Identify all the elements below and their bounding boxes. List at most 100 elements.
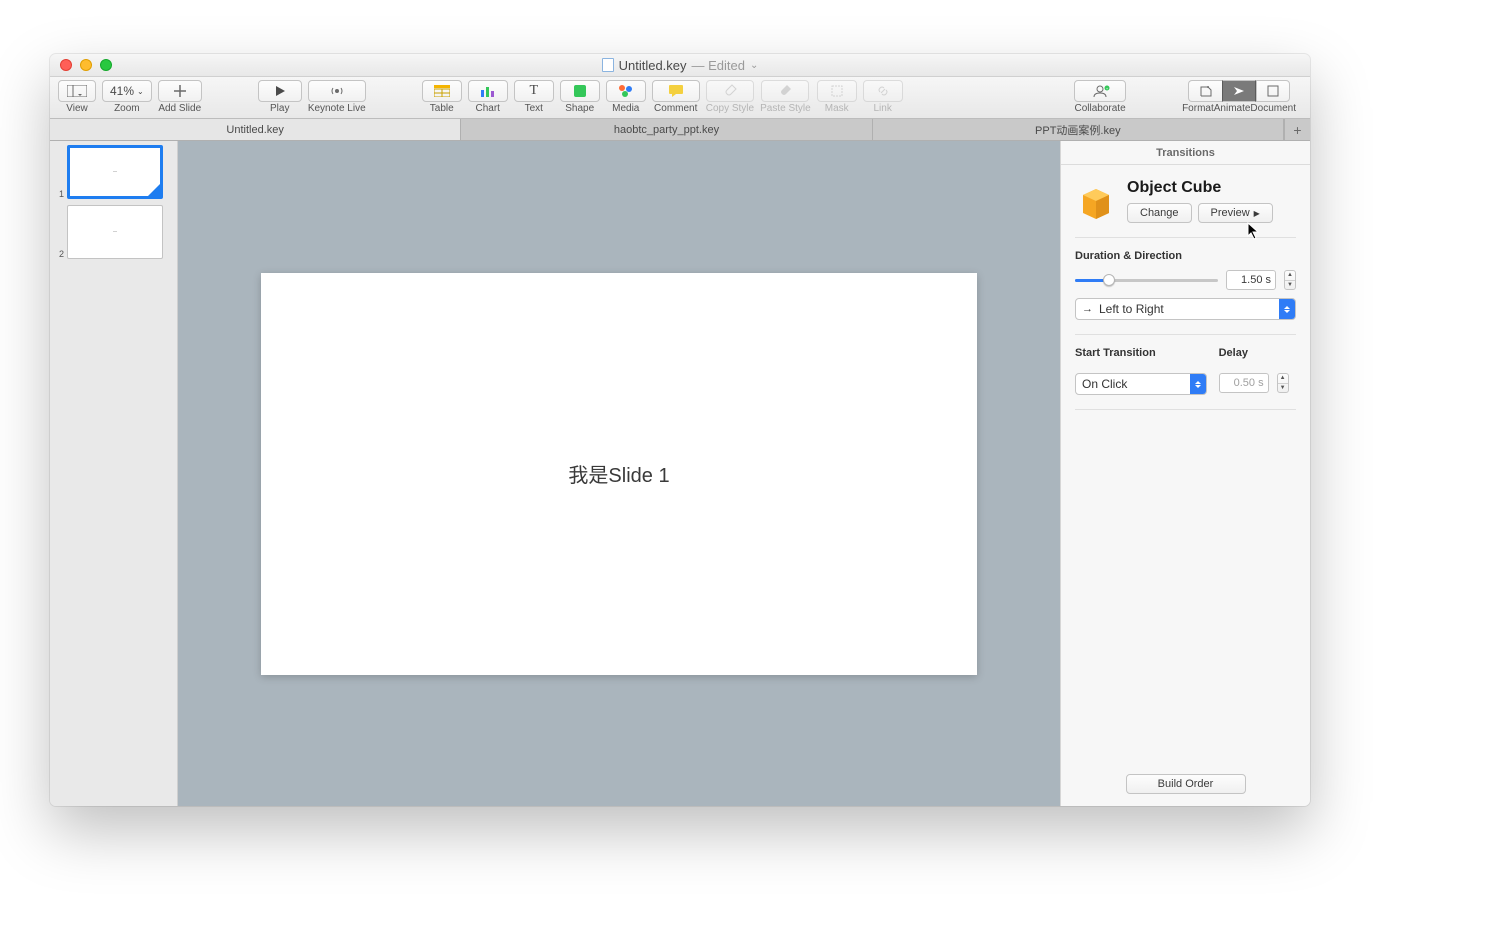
slide[interactable]: 我是Slide 1 bbox=[261, 273, 977, 675]
shape-label: Shape bbox=[565, 103, 594, 114]
media-button[interactable] bbox=[606, 80, 646, 102]
paste-style-button[interactable] bbox=[761, 80, 809, 102]
text-label: Text bbox=[525, 103, 543, 114]
window-edited-text: — Edited bbox=[692, 58, 745, 73]
document-tab-1[interactable]: Untitled.key bbox=[50, 119, 461, 140]
stepper-up-icon[interactable]: ▲ bbox=[1285, 271, 1295, 281]
stepper-down-icon[interactable]: ▼ bbox=[1278, 384, 1288, 393]
link-button[interactable] bbox=[863, 80, 903, 102]
inspector-tab-transitions[interactable]: Transitions bbox=[1061, 141, 1310, 165]
duration-slider[interactable] bbox=[1075, 279, 1218, 282]
delay-field[interactable]: 0.50 s bbox=[1219, 373, 1269, 393]
change-button[interactable]: Change bbox=[1127, 203, 1192, 223]
delay-label: Delay bbox=[1219, 347, 1296, 359]
table-button[interactable] bbox=[422, 80, 462, 102]
thumb-1-text: -- bbox=[113, 169, 117, 175]
main-area: 1 -- 2 -- 我是Slide 1 Transitions bbox=[50, 141, 1310, 806]
preview-button[interactable]: Preview ▶ bbox=[1198, 203, 1273, 223]
direction-select[interactable]: → Left to Right bbox=[1075, 298, 1296, 320]
thumb-number-2: 2 bbox=[58, 249, 64, 259]
copy-style-button[interactable] bbox=[706, 80, 754, 102]
toolbar: View 41% ⌄ Zoom Add Slide Play bbox=[50, 77, 1310, 119]
format-tab-button[interactable] bbox=[1188, 80, 1222, 102]
animate-label: Animate bbox=[1214, 103, 1251, 114]
slide-canvas[interactable]: 我是Slide 1 bbox=[178, 141, 1060, 806]
duration-field[interactable]: 1.50 s bbox=[1226, 270, 1276, 290]
shape-button[interactable] bbox=[560, 80, 600, 102]
thumb-row-1: 1 -- bbox=[58, 145, 169, 199]
zoom-dropdown[interactable]: 41% ⌄ bbox=[102, 80, 152, 102]
chart-button[interactable] bbox=[468, 80, 508, 102]
play-button[interactable] bbox=[258, 80, 302, 102]
keynote-live-button[interactable] bbox=[308, 80, 366, 102]
select-arrows-icon bbox=[1190, 374, 1206, 394]
copy-style-label: Copy Style bbox=[706, 103, 754, 114]
add-slide-button[interactable] bbox=[158, 80, 202, 102]
transition-summary: Object Cube Change Preview ▶ bbox=[1075, 179, 1296, 223]
document-tab-button[interactable] bbox=[1256, 80, 1290, 102]
animate-tab-button[interactable] bbox=[1222, 80, 1256, 102]
inspector-panel: Transitions Object Cube Change Preview bbox=[1060, 141, 1310, 806]
delay-stepper[interactable]: ▲▼ bbox=[1277, 373, 1289, 393]
text-button[interactable]: T bbox=[514, 80, 554, 102]
mask-button[interactable] bbox=[817, 80, 857, 102]
keynote-live-label: Keynote Live bbox=[308, 103, 366, 114]
app-window: Untitled.key — Edited ⌄ View 41% ⌄ Zoom … bbox=[50, 54, 1310, 806]
slide-navigator: 1 -- 2 -- bbox=[50, 141, 178, 806]
window-title-text: Untitled.key bbox=[619, 58, 687, 73]
minimize-window-button[interactable] bbox=[80, 59, 92, 71]
close-window-button[interactable] bbox=[60, 59, 72, 71]
traffic-lights bbox=[50, 59, 112, 71]
table-label: Table bbox=[430, 103, 454, 114]
play-label: Play bbox=[270, 103, 289, 114]
media-label: Media bbox=[612, 103, 639, 114]
start-transition-label: Start Transition bbox=[1075, 347, 1207, 359]
zoom-value: 41% bbox=[110, 84, 134, 98]
stepper-up-icon[interactable]: ▲ bbox=[1278, 374, 1288, 384]
document-tabs: Untitled.key haobtc_party_ppt.key PPT动画案… bbox=[50, 119, 1310, 141]
mask-label: Mask bbox=[825, 103, 849, 114]
collaborate-label: Collaborate bbox=[1074, 103, 1125, 114]
format-label: Format bbox=[1182, 103, 1214, 114]
paste-style-label: Paste Style bbox=[760, 103, 811, 114]
duration-section-label: Duration & Direction bbox=[1075, 250, 1296, 262]
view-button[interactable] bbox=[58, 80, 96, 102]
select-arrows-icon bbox=[1279, 299, 1295, 319]
slider-knob[interactable] bbox=[1103, 274, 1115, 286]
transition-marker-icon bbox=[148, 184, 160, 196]
document-label: Document bbox=[1250, 103, 1296, 114]
document-tab-3[interactable]: PPT动画案例.key bbox=[873, 119, 1284, 140]
window-title: Untitled.key — Edited ⌄ bbox=[50, 58, 1310, 73]
slide-thumbnail-2[interactable]: -- bbox=[67, 205, 163, 259]
link-label: Link bbox=[874, 103, 892, 114]
thumb-number-1: 1 bbox=[58, 189, 64, 199]
thumb-2-text: -- bbox=[113, 229, 117, 235]
build-order-button[interactable]: Build Order bbox=[1126, 774, 1246, 794]
slide-thumbnail-1[interactable]: -- bbox=[67, 145, 163, 199]
arrow-right-icon: → bbox=[1082, 303, 1093, 315]
fullscreen-window-button[interactable] bbox=[100, 59, 112, 71]
titlebar: Untitled.key — Edited ⌄ bbox=[50, 54, 1310, 77]
add-tab-button[interactable]: + bbox=[1284, 119, 1310, 140]
document-tab-2[interactable]: haobtc_party_ppt.key bbox=[461, 119, 872, 140]
chart-label: Chart bbox=[476, 103, 500, 114]
preview-label: Preview bbox=[1211, 207, 1250, 219]
cube-icon bbox=[1075, 181, 1117, 223]
comment-button[interactable] bbox=[652, 80, 700, 102]
stepper-down-icon[interactable]: ▼ bbox=[1285, 281, 1295, 290]
slide-text[interactable]: 我是Slide 1 bbox=[568, 459, 669, 488]
zoom-label: Zoom bbox=[114, 103, 140, 114]
title-chevron-icon[interactable]: ⌄ bbox=[750, 60, 758, 71]
add-slide-label: Add Slide bbox=[158, 103, 201, 114]
chevron-down-icon: ⌄ bbox=[137, 87, 144, 96]
collaborate-button[interactable]: + bbox=[1074, 80, 1126, 102]
direction-value: Left to Right bbox=[1099, 302, 1164, 316]
start-transition-select[interactable]: On Click bbox=[1075, 373, 1207, 395]
thumb-row-2: 2 -- bbox=[58, 205, 169, 259]
play-icon: ▶ bbox=[1254, 209, 1260, 218]
start-transition-value: On Click bbox=[1082, 377, 1127, 391]
comment-label: Comment bbox=[654, 103, 697, 114]
document-icon bbox=[602, 58, 614, 72]
duration-stepper[interactable]: ▲▼ bbox=[1284, 270, 1296, 290]
transition-name: Object Cube bbox=[1127, 179, 1296, 197]
